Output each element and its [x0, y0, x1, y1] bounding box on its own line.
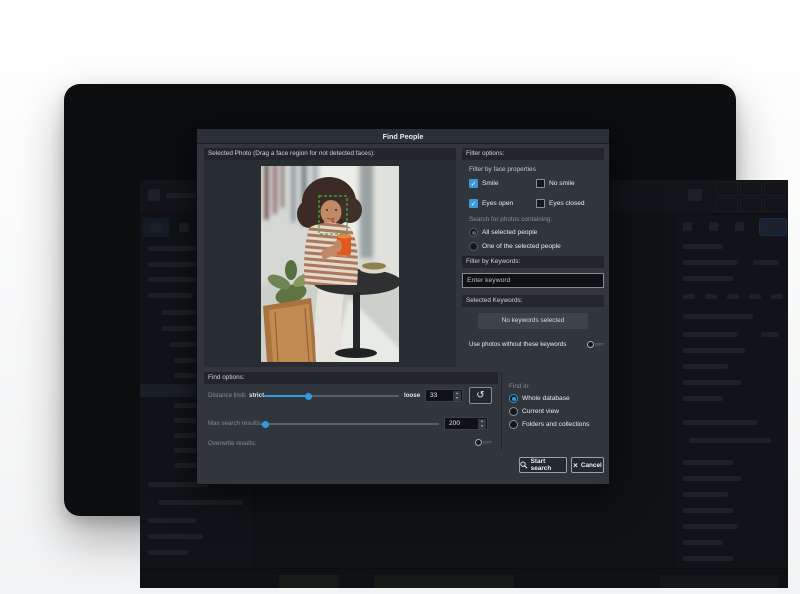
distance-slider-knob[interactable]	[305, 393, 312, 400]
checkbox-box: ✓	[469, 179, 478, 188]
checkbox-box	[536, 199, 545, 208]
checkbox-eyes-open[interactable]: ✓ Eyes open	[469, 199, 513, 208]
toggle-knob	[475, 439, 482, 446]
selected-photo-panel: Selected Photo (Drag a face region for n…	[204, 148, 456, 367]
radio-circle	[509, 420, 518, 429]
overwrite-toggle[interactable]: off	[475, 439, 492, 446]
find-in-label: Find in:	[509, 383, 530, 390]
checkbox-eyes-closed[interactable]: Eyes closed	[536, 199, 585, 208]
max-results-slider-knob[interactable]	[262, 421, 269, 428]
reset-icon: ↺	[476, 390, 484, 401]
radio-whole-database[interactable]: Whole database	[509, 394, 570, 403]
page-background: Find People Selected Photo (Drag a face …	[0, 0, 800, 594]
spinner-icon[interactable]: ▴▾	[453, 391, 461, 401]
selected-photo-header: Selected Photo (Drag a face region for n…	[204, 148, 456, 160]
distance-slider[interactable]	[264, 395, 399, 397]
spinner-icon[interactable]: ▴▾	[478, 419, 486, 429]
device-frame: Find People Selected Photo (Drag a face …	[64, 84, 736, 516]
dialog-title: Find People	[197, 129, 609, 144]
find-options-header: Find options:	[204, 372, 498, 384]
checkbox-no-smile[interactable]: No smile	[536, 179, 575, 188]
distance-limit-label: Distance limit:	[208, 392, 247, 399]
containing-label: Search for photos containing:	[469, 216, 552, 223]
distance-max-label: loose	[404, 392, 420, 399]
reset-button[interactable]: ↺	[469, 387, 492, 404]
keywords-header: Filter by Keywords:	[462, 256, 604, 268]
radio-current-view[interactable]: Current view	[509, 407, 559, 416]
radio-circle	[469, 228, 478, 237]
checkbox-smile[interactable]: ✓ Smile	[469, 179, 499, 188]
without-keywords-row: Use photos without these keywords off	[469, 341, 604, 348]
cancel-button[interactable]: × Cancel	[571, 457, 604, 473]
search-icon	[520, 461, 528, 469]
radio-circle	[509, 394, 518, 403]
radio-one-of-selected: One of the selected people	[469, 242, 561, 251]
radio-folders-collections[interactable]: Folders and collections	[509, 420, 589, 429]
distance-min-label: strict	[249, 392, 264, 399]
max-results-value-field[interactable]: 200 ▴▾	[444, 417, 488, 430]
radio-all-selected-people: All selected people	[469, 228, 537, 237]
radio-circle	[469, 242, 478, 251]
photo-image	[261, 166, 399, 362]
keyword-input[interactable]	[462, 273, 604, 288]
max-results-label: Max search results:	[208, 420, 262, 427]
start-search-button[interactable]: Start search	[519, 457, 567, 473]
filter-options-header: Filter options:	[462, 148, 604, 160]
selected-keywords-header: Selected Keywords:	[462, 295, 604, 307]
filter-column: Filter options: Filter by face propertie…	[462, 148, 604, 367]
max-results-slider[interactable]	[261, 423, 439, 425]
no-keywords-message: No keywords selected	[478, 313, 588, 329]
close-icon: ×	[573, 461, 578, 470]
find-people-dialog: Find People Selected Photo (Drag a face …	[196, 128, 610, 485]
selected-photo[interactable]	[261, 166, 399, 362]
radio-circle	[509, 407, 518, 416]
without-keywords-toggle[interactable]: off	[587, 341, 604, 348]
distance-value-field[interactable]: 33 ▴▾	[425, 389, 463, 402]
overwrite-label: Overwrite results:	[208, 440, 256, 447]
checkbox-box: ✓	[469, 199, 478, 208]
toggle-knob	[587, 341, 594, 348]
divider	[501, 372, 502, 450]
slider-fill	[264, 395, 309, 397]
face-properties-label: Filter by face properties	[469, 166, 536, 173]
checkbox-box	[536, 179, 545, 188]
